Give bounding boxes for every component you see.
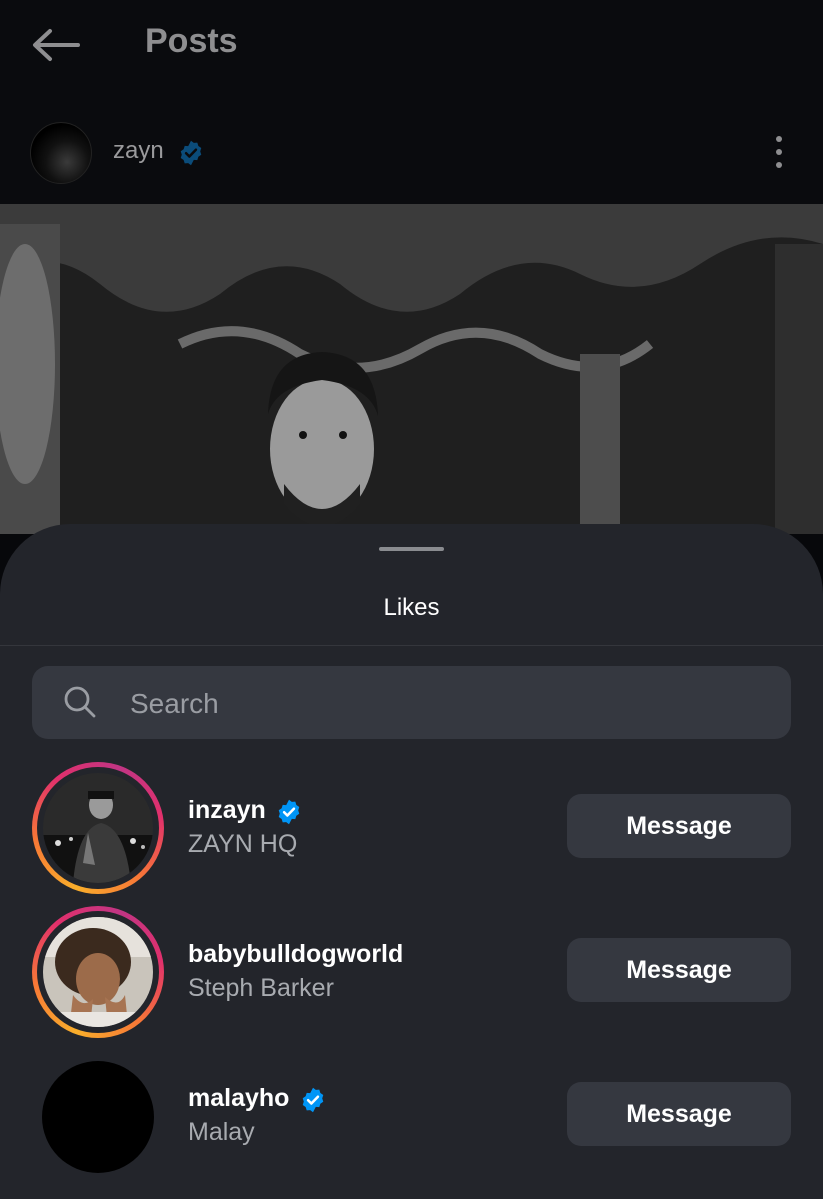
list-item[interactable]: inzayn ZAYN HQ Message <box>0 762 823 906</box>
full-name: ZAYN HQ <box>188 830 298 858</box>
avatar <box>43 773 153 883</box>
full-name: Malay <box>188 1118 255 1146</box>
post-photo[interactable] <box>0 204 823 534</box>
sheet-divider <box>0 645 823 646</box>
more-options-button[interactable] <box>764 130 794 174</box>
full-name: Steph Barker <box>188 974 334 1002</box>
likes-sheet: Likes inzayn <box>0 524 823 1199</box>
story-ring[interactable] <box>32 762 164 894</box>
post-header: zayn <box>0 92 823 204</box>
verified-badge-icon <box>180 140 202 166</box>
message-button[interactable]: Message <box>567 794 791 858</box>
post-author-username[interactable]: zayn <box>113 137 164 165</box>
username[interactable]: malayho <box>188 1084 289 1113</box>
top-bar: Posts <box>0 0 823 92</box>
back-button[interactable] <box>30 26 82 64</box>
list-item[interactable]: malayho Malay Message <box>0 1050 823 1194</box>
verified-badge-icon <box>302 1087 324 1113</box>
post-photo-art <box>0 204 823 534</box>
avatar <box>43 917 153 1027</box>
username[interactable]: babybulldogworld <box>188 940 403 969</box>
list-item[interactable]: babybulldogworld Steph Barker Message <box>0 906 823 1050</box>
sheet-drag-handle[interactable] <box>379 547 444 551</box>
message-button[interactable]: Message <box>567 938 791 1002</box>
verified-badge-icon <box>278 799 300 825</box>
page-title: Posts <box>145 22 238 60</box>
search-input[interactable] <box>128 666 772 741</box>
username[interactable]: inzayn <box>188 796 266 825</box>
more-vertical-icon <box>776 136 782 168</box>
avatar[interactable] <box>42 1061 154 1173</box>
story-ring[interactable] <box>32 906 164 1038</box>
post-author-avatar[interactable] <box>30 122 92 184</box>
arrow-left-icon <box>33 29 80 61</box>
message-button[interactable]: Message <box>567 1082 791 1146</box>
search-bar[interactable] <box>32 666 791 741</box>
sheet-title: Likes <box>383 594 440 621</box>
search-icon <box>64 686 96 718</box>
